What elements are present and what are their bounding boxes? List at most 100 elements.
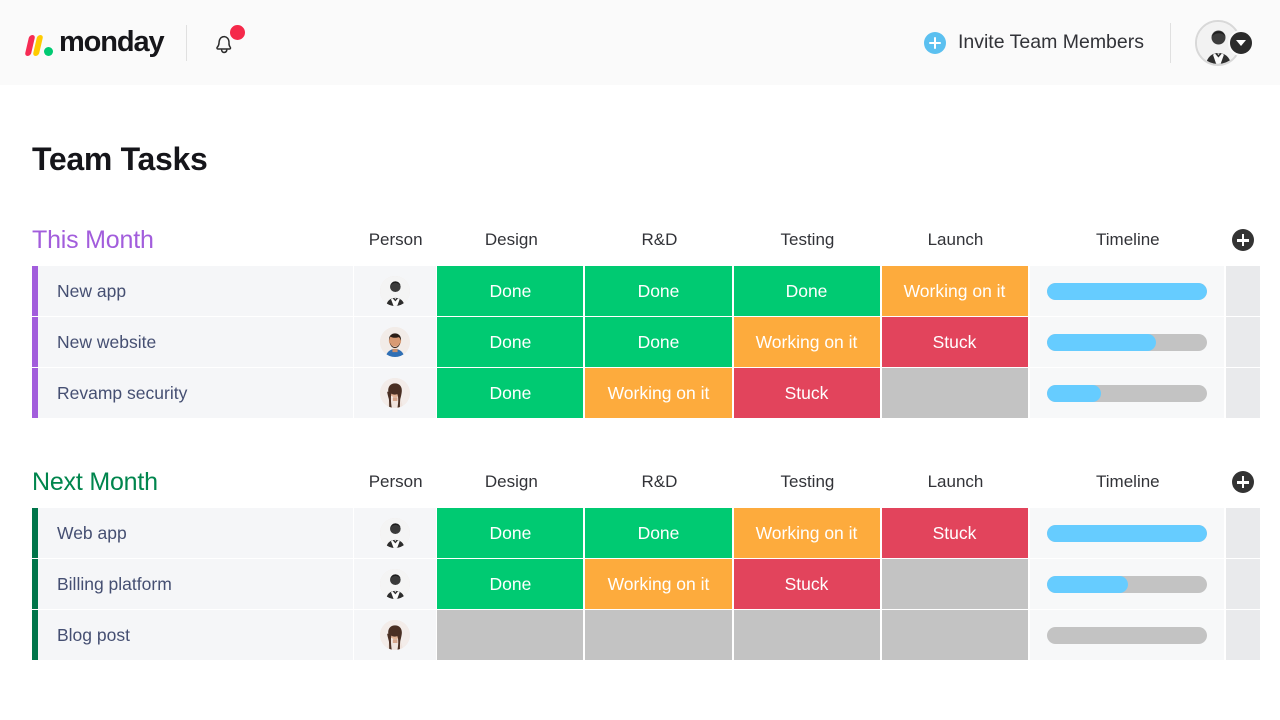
board-group: Next MonthPersonDesignR&DTestingLaunchTi… bbox=[32, 465, 1260, 661]
status-cell-launch[interactable] bbox=[882, 610, 1030, 660]
column-header-design[interactable]: Design bbox=[437, 472, 585, 492]
status-cell-launch[interactable] bbox=[882, 559, 1030, 609]
column-header-person[interactable]: Person bbox=[354, 472, 437, 492]
status-cell-launch[interactable]: Stuck bbox=[882, 508, 1030, 558]
brand-logo[interactable]: monday bbox=[27, 26, 164, 59]
timeline-cell[interactable] bbox=[1030, 317, 1227, 367]
timeline-progress-fill bbox=[1047, 385, 1101, 402]
account-menu[interactable] bbox=[1195, 20, 1254, 66]
group-title[interactable]: This Month bbox=[32, 226, 354, 255]
add-column-button[interactable] bbox=[1226, 471, 1260, 493]
status-cell-launch[interactable]: Stuck bbox=[882, 317, 1030, 367]
status-cell-design[interactable] bbox=[437, 610, 585, 660]
notification-badge bbox=[230, 25, 245, 40]
column-header-testing[interactable]: Testing bbox=[733, 472, 881, 492]
status-cell-design[interactable]: Done bbox=[437, 508, 585, 558]
task-name-cell[interactable]: Revamp security bbox=[38, 368, 354, 418]
status-cell-testing[interactable]: Stuck bbox=[734, 368, 882, 418]
person-cell[interactable] bbox=[354, 508, 437, 558]
timeline-track bbox=[1047, 627, 1207, 644]
timeline-cell[interactable] bbox=[1030, 559, 1227, 609]
timeline-progress-fill bbox=[1047, 576, 1129, 593]
board: This MonthPersonDesignR&DTestingLaunchTi… bbox=[0, 223, 1280, 661]
page-body: Team Tasks This MonthPersonDesignR&DTest… bbox=[0, 85, 1280, 661]
status-cell-testing[interactable]: Working on it bbox=[734, 317, 882, 367]
table-row[interactable]: Web app DoneDoneWorking on itStuck bbox=[32, 508, 1260, 559]
column-header-timeline[interactable]: Timeline bbox=[1029, 230, 1226, 250]
timeline-track bbox=[1047, 283, 1207, 300]
timeline-cell[interactable] bbox=[1030, 508, 1227, 558]
timeline-track bbox=[1047, 576, 1207, 593]
status-cell-design[interactable]: Done bbox=[437, 317, 585, 367]
status-cell-rnd[interactable]: Done bbox=[585, 508, 733, 558]
avatar[interactable] bbox=[380, 569, 410, 599]
group-header: Next MonthPersonDesignR&DTestingLaunchTi… bbox=[32, 465, 1260, 499]
avatar[interactable] bbox=[380, 378, 410, 408]
board-group: This MonthPersonDesignR&DTestingLaunchTi… bbox=[32, 223, 1260, 419]
table-row[interactable]: New website DoneDoneWorking on itStuck bbox=[32, 317, 1260, 368]
status-cell-rnd[interactable]: Done bbox=[585, 317, 733, 367]
table-row[interactable]: Revamp security DoneWorking on itStuck bbox=[32, 368, 1260, 419]
plus-circle-icon[interactable] bbox=[1232, 229, 1254, 251]
task-name-cell[interactable]: Blog post bbox=[38, 610, 354, 660]
task-name-cell[interactable]: Web app bbox=[38, 508, 354, 558]
table-row[interactable]: New app DoneDoneDoneWorking on it bbox=[32, 266, 1260, 317]
status-cell-launch[interactable]: Working on it bbox=[882, 266, 1030, 316]
status-cell-launch[interactable] bbox=[882, 368, 1030, 418]
column-header-person[interactable]: Person bbox=[354, 230, 437, 250]
add-column-button[interactable] bbox=[1226, 229, 1260, 251]
group-rows: New app DoneDoneDoneWorking on itNew web… bbox=[32, 266, 1260, 419]
timeline-progress-fill bbox=[1047, 283, 1207, 300]
task-name-cell[interactable]: Billing platform bbox=[38, 559, 354, 609]
avatar[interactable] bbox=[380, 276, 410, 306]
status-cell-testing[interactable]: Working on it bbox=[734, 508, 882, 558]
group-header: This MonthPersonDesignR&DTestingLaunchTi… bbox=[32, 223, 1260, 257]
status-cell-rnd[interactable] bbox=[585, 610, 733, 660]
person-cell[interactable] bbox=[354, 266, 437, 316]
table-row[interactable]: Billing platform DoneWorking on itStuck bbox=[32, 559, 1260, 610]
avatar[interactable] bbox=[380, 620, 410, 650]
header-divider-2 bbox=[1170, 23, 1171, 63]
table-row[interactable]: Blog post bbox=[32, 610, 1260, 661]
column-header-timeline[interactable]: Timeline bbox=[1029, 472, 1226, 492]
invite-team-members-label: Invite Team Members bbox=[958, 31, 1144, 54]
status-cell-design[interactable]: Done bbox=[437, 368, 585, 418]
status-cell-rnd[interactable]: Done bbox=[585, 266, 733, 316]
notifications-bell-icon[interactable] bbox=[209, 26, 243, 60]
timeline-track bbox=[1047, 334, 1207, 351]
column-header-launch[interactable]: Launch bbox=[881, 230, 1029, 250]
column-header-rnd[interactable]: R&D bbox=[585, 230, 733, 250]
column-header-rnd[interactable]: R&D bbox=[585, 472, 733, 492]
timeline-cell[interactable] bbox=[1030, 368, 1227, 418]
status-cell-testing[interactable]: Done bbox=[734, 266, 882, 316]
timeline-track bbox=[1047, 385, 1207, 402]
status-cell-testing[interactable] bbox=[734, 610, 882, 660]
avatar[interactable] bbox=[380, 327, 410, 357]
status-cell-rnd[interactable]: Working on it bbox=[585, 368, 733, 418]
person-cell[interactable] bbox=[354, 368, 437, 418]
group-rows: Web app DoneDoneWorking on itStuckBillin… bbox=[32, 508, 1260, 661]
invite-team-members-button[interactable]: Invite Team Members bbox=[924, 31, 1144, 54]
timeline-cell[interactable] bbox=[1030, 610, 1227, 660]
monday-logo-mark bbox=[27, 30, 53, 56]
plus-circle-icon bbox=[924, 32, 946, 54]
column-header-design[interactable]: Design bbox=[437, 230, 585, 250]
column-header-testing[interactable]: Testing bbox=[733, 230, 881, 250]
task-name-cell[interactable]: New website bbox=[38, 317, 354, 367]
task-name-cell[interactable]: New app bbox=[38, 266, 354, 316]
status-cell-design[interactable]: Done bbox=[437, 266, 585, 316]
timeline-cell[interactable] bbox=[1030, 266, 1227, 316]
plus-circle-icon[interactable] bbox=[1232, 471, 1254, 493]
status-cell-rnd[interactable]: Working on it bbox=[585, 559, 733, 609]
status-cell-design[interactable]: Done bbox=[437, 559, 585, 609]
avatar[interactable] bbox=[380, 518, 410, 548]
person-cell[interactable] bbox=[354, 610, 437, 660]
column-header-launch[interactable]: Launch bbox=[881, 472, 1029, 492]
group-title[interactable]: Next Month bbox=[32, 468, 354, 497]
chevron-down-icon[interactable] bbox=[1228, 30, 1254, 56]
person-cell[interactable] bbox=[354, 317, 437, 367]
row-tail-cell bbox=[1226, 317, 1260, 367]
row-tail-cell bbox=[1226, 266, 1260, 316]
person-cell[interactable] bbox=[354, 559, 437, 609]
status-cell-testing[interactable]: Stuck bbox=[734, 559, 882, 609]
